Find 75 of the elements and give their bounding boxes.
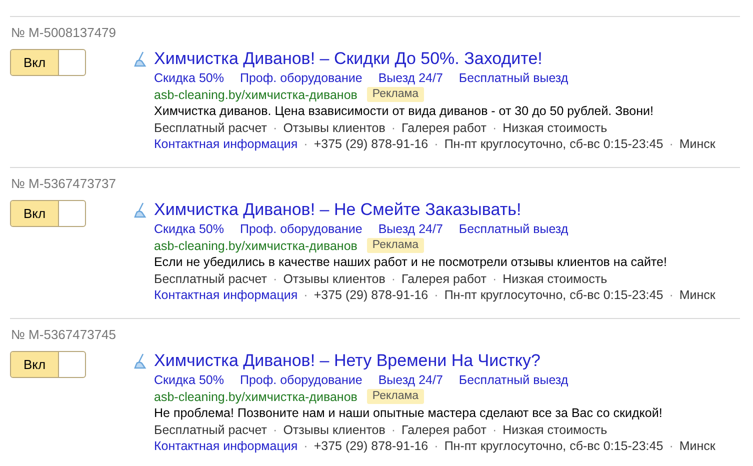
feature-text: Низкая стоимость (502, 422, 608, 438)
feature-text: Галерея работ (402, 270, 486, 287)
sitelink[interactable]: Проф. оборудование (240, 221, 362, 238)
contact-link[interactable]: Контактная информация (154, 438, 298, 454)
separator-dot: · (273, 270, 278, 287)
ad-title[interactable]: Химчистка Диванов! – Скидки До 50%. Заходите! (154, 49, 542, 69)
separator-dot: · (304, 287, 308, 304)
contact-text: Пн-пт круглосуточно, сб-вс 0:15-23:45 (444, 438, 664, 454)
separator-dot: · (391, 270, 396, 287)
feature-text: Отзывы клиентов (283, 422, 386, 438)
ad-title[interactable]: Химчистка Диванов! – Не Смейте Заказывать! (154, 200, 522, 220)
separator-dot: · (669, 438, 674, 454)
sitelink[interactable]: Проф. оборудование (240, 372, 362, 388)
ad-url: asb-cleaning.by/химчистка-диванов (154, 86, 358, 103)
contact-text: Минск (679, 287, 716, 304)
ad-badge: Реклама (367, 389, 424, 404)
separator-dot: · (434, 287, 438, 304)
separator-dot: · (492, 270, 497, 287)
feature-text: Бесплатный расчет (154, 270, 268, 287)
contact-text: +375 (29) 878-91-16 (314, 438, 428, 454)
separator-dot: · (391, 422, 396, 438)
contact-text: +375 (29) 878-91-16 (314, 287, 428, 304)
feature-text: Низкая стоимость (502, 120, 608, 136)
ad-text: Если не убедились в качестве наших работ и не посмотрели отзывы клиентов на сайте! (154, 254, 667, 270)
separator-dot: · (304, 438, 308, 454)
feature-text: Бесплатный расчет (154, 120, 268, 136)
sitelink[interactable]: Бесплатный выезд (458, 70, 568, 86)
sitelink[interactable]: Выезд 24/7 (378, 70, 443, 86)
feature-text: Галерея работ (402, 422, 486, 438)
contact-text: Минск (679, 438, 716, 454)
sitelink[interactable]: Бесплатный выезд (458, 372, 568, 388)
sitelink[interactable]: Проф. оборудование (240, 70, 362, 86)
toggle-switch[interactable]: Вкл (10, 200, 86, 227)
brush-icon (133, 353, 149, 369)
separator-dot: · (434, 438, 438, 454)
campaign-number: № M-5008137479 (11, 24, 118, 42)
campaign-number: № M-5367473737 (11, 175, 118, 193)
campaign-number: № M-5367473745 (11, 326, 118, 344)
ad-text: Химчистка диванов. Цена взависимости от вида диванов - от 30 до 50 рублей. Звони! (154, 103, 654, 120)
sitelink[interactable]: Скидка 50% (154, 221, 224, 238)
separator-dot: · (669, 136, 674, 152)
contact-link[interactable]: Контактная информация (154, 136, 298, 152)
separator-dot: · (304, 136, 308, 152)
ad-badge: Реклама (367, 238, 424, 254)
feature-text: Бесплатный расчет (154, 422, 268, 438)
brush-icon (133, 51, 149, 67)
contact-text: Пн-пт круглосуточно, сб-вс 0:15-23:45 (444, 287, 664, 304)
separator-dot: · (273, 422, 278, 438)
feature-text: Отзывы клиентов (283, 120, 386, 136)
separator-dot: · (434, 136, 438, 152)
ad-title[interactable]: Химчистка Диванов! – Нету Времени На Чистку? (154, 351, 540, 371)
feature-text: Галерея работ (402, 120, 486, 136)
ad-url: asb-cleaning.by/химчистка-диванов (154, 238, 358, 254)
sitelink[interactable]: Скидка 50% (154, 372, 224, 388)
toggle-switch[interactable]: Вкл (10, 351, 86, 378)
contact-link[interactable]: Контактная информация (154, 287, 298, 304)
separator-dot: · (391, 120, 396, 136)
brush-icon (133, 202, 149, 218)
sitelink[interactable]: Скидка 50% (154, 70, 224, 86)
contact-text: Минск (679, 136, 716, 152)
sitelink[interactable]: Бесплатный выезд (458, 221, 568, 238)
sitelink[interactable]: Выезд 24/7 (378, 221, 443, 238)
feature-text: Низкая стоимость (502, 270, 608, 287)
ad-url: asb-cleaning.by/химчистка-диванов (154, 388, 358, 405)
contact-text: Пн-пт круглосуточно, сб-вс 0:15-23:45 (444, 136, 664, 152)
separator-dot: · (492, 422, 497, 438)
sitelink[interactable]: Выезд 24/7 (378, 372, 443, 388)
ad-badge: Реклама (367, 87, 424, 102)
feature-text: Отзывы клиентов (283, 270, 386, 287)
separator-dot: · (273, 120, 278, 136)
ad-text: Не проблема! Позвоните нам и наши опытные мастера сделают все за Вас со скидкой! (154, 405, 662, 422)
separator-dot: · (669, 287, 674, 304)
separator-dot: · (492, 120, 497, 136)
toggle-switch[interactable]: Вкл (10, 49, 86, 76)
contact-text: +375 (29) 878-91-16 (314, 136, 428, 152)
